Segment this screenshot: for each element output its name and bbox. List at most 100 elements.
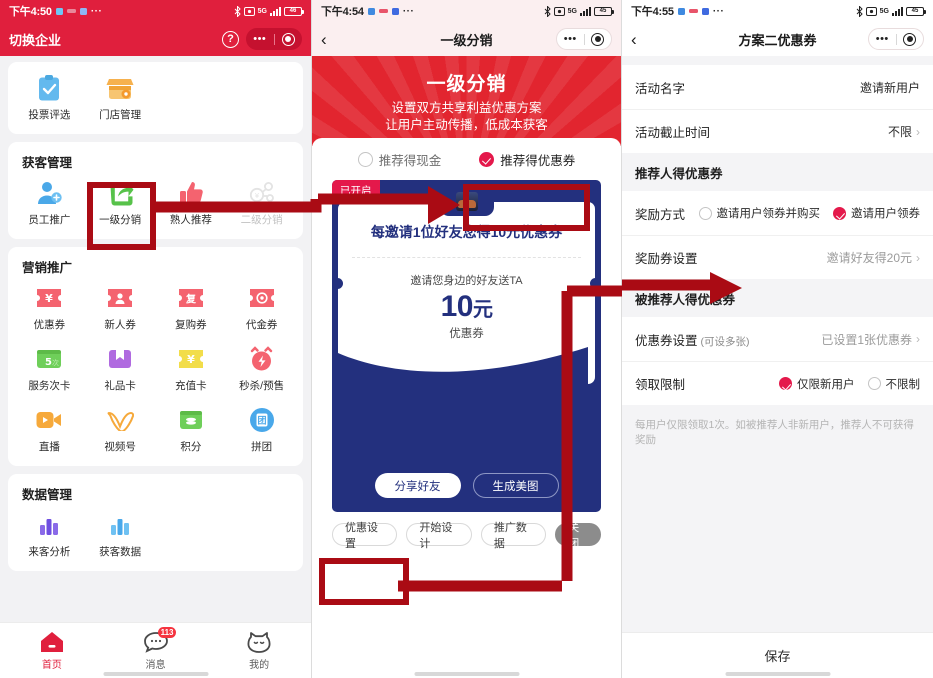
status-bar-left: 下午4:50 ··· 5G 46 — [0, 0, 311, 22]
battery-icon: 46 — [284, 6, 304, 16]
grid-item-recharge-card[interactable]: ¥ 充值卡 — [156, 345, 227, 393]
radio-selected-icon[interactable] — [833, 206, 846, 220]
radio-selected-icon[interactable] — [779, 377, 792, 390]
network-icon: ¥ — [248, 179, 276, 207]
gift-card-icon — [106, 345, 134, 373]
grid-item-flash-sale[interactable]: 秒杀/预售 — [226, 345, 297, 393]
grid-label: 熟人推荐 — [169, 214, 212, 226]
coupon-settings-button[interactable]: 优惠设置 — [332, 522, 398, 550]
row-reward-method[interactable]: 奖励方式 邀请用户领券并购买 邀请用户领券 — [622, 191, 933, 235]
mini-program-capsule[interactable]: ••• — [868, 28, 924, 50]
grid-item-vote[interactable]: 投票评选 — [14, 74, 85, 122]
hero-line-1: 设置双方共享利益优惠方案 — [391, 100, 542, 115]
status-app-icon — [677, 7, 685, 15]
grid-item-gift-card[interactable]: 礼品卡 — [85, 345, 156, 393]
limit-option-new-users-only[interactable]: 仅限新用户 — [779, 376, 855, 392]
option-label: 不限制 — [885, 378, 921, 391]
row-reward-coupon-setting[interactable]: 奖励券设置 邀请好友得20元 › — [622, 235, 933, 279]
row-value: 不限 › — [888, 123, 920, 140]
start-design-button[interactable]: 开始设计 — [406, 522, 472, 550]
row-label-text: 优惠券设置 — [635, 333, 698, 348]
grid-label: 优惠券 — [33, 319, 66, 331]
reward-option-claim-and-buy[interactable]: 邀请用户领券并购买 — [698, 205, 820, 221]
row-label: 活动截止时间 — [635, 126, 711, 140]
section-referrer-coupon: 推荐人得优惠券 — [622, 153, 933, 191]
grid-item-newcomer-coupon[interactable]: 新人券 — [85, 284, 156, 332]
status-time: 下午4:54 — [321, 6, 364, 18]
back-chevron-icon[interactable]: ‹ — [631, 31, 637, 48]
help-icon[interactable]: ? — [222, 30, 239, 48]
row-claim-limit[interactable]: 领取限制 仅限新用户 不限制 — [622, 361, 933, 405]
row-label: 优惠券设置 (可设多张) — [635, 330, 750, 349]
grid-item-level2-distribution[interactable]: ¥ 二级分销 — [226, 179, 297, 227]
panel-coupon-scheme: 下午4:55 ··· 5G 45 ‹ 方案二优惠券 ••• 活动名字 邀请新用户… — [622, 0, 933, 678]
share-friend-button[interactable]: 分享好友 — [374, 473, 461, 498]
poster-coupon-word: 优惠券 — [449, 328, 484, 340]
option-label: 推荐得现金 — [378, 153, 442, 168]
signal-icon — [892, 6, 903, 16]
grid-item-channels[interactable]: 视频号 — [85, 406, 156, 454]
limit-option-unlimited[interactable]: 不限制 — [867, 376, 921, 392]
status-app-icon — [367, 7, 375, 15]
signal-icon — [270, 6, 281, 16]
group-buy-icon: 团 — [248, 406, 276, 434]
share-arrow-icon — [106, 179, 134, 207]
reward-option-claim-only[interactable]: 邀请用户领券 — [833, 205, 920, 221]
profile-cat-icon — [246, 631, 272, 653]
radio-unselected-icon[interactable] — [357, 151, 373, 167]
battery-icon: 45 — [906, 6, 926, 16]
grid-item-coupon[interactable]: ¥ 优惠券 — [14, 284, 85, 332]
grid-item-store[interactable]: 门店管理 — [85, 74, 156, 122]
recharge-card-icon: ¥ — [177, 345, 205, 373]
target-icon[interactable] — [897, 32, 924, 46]
option-cash-reward[interactable]: 推荐得现金 — [357, 150, 442, 169]
mini-program-capsule[interactable]: ••• — [556, 28, 612, 50]
row-activity-name[interactable]: 活动名字 邀请新用户 — [622, 65, 933, 109]
network-type-label: 5G — [257, 7, 267, 15]
promotion-data-button[interactable]: 推广数据 — [480, 522, 547, 550]
poster-wrapper: 已开启 每邀请1位好友您得10元优惠券 邀请您身边的好友送TA 10元 优惠券 — [332, 180, 601, 512]
section-title: 获客管理 — [22, 156, 73, 170]
radio-unselected-icon[interactable] — [867, 377, 881, 390]
generate-image-button[interactable]: 生成美图 — [472, 473, 559, 498]
tab-profile[interactable]: 我的 — [207, 631, 311, 671]
grid-item-level1-distribution[interactable]: 一级分销 — [85, 179, 156, 227]
option-label: 推荐得优惠券 — [500, 153, 576, 168]
grid-item-visitor-analysis[interactable]: 来客分析 — [14, 511, 85, 559]
mini-program-capsule[interactable]: ••• — [246, 28, 302, 50]
grid-item-acquaintance-referral[interactable]: 熟人推荐 — [156, 179, 227, 227]
row-coupon-setting[interactable]: 优惠券设置 (可设多张) 已设置1张优惠券 › — [622, 317, 933, 361]
radio-unselected-icon[interactable] — [698, 206, 712, 220]
grid-item-live[interactable]: 直播 — [14, 406, 85, 454]
row-activity-deadline[interactable]: 活动截止时间 不限 › — [622, 109, 933, 153]
row-value-text: 邀请好友得20元 — [826, 251, 912, 265]
status-badge: 已开启 — [332, 180, 380, 201]
switch-company-button[interactable]: 切换企业 — [9, 30, 61, 49]
close-button[interactable]: 关闭 — [555, 522, 601, 550]
grid-item-voucher[interactable]: 代金券 — [226, 284, 297, 332]
tab-messages[interactable]: 113 消息 — [104, 626, 208, 671]
grid-label: 积分 — [180, 441, 202, 453]
target-icon[interactable] — [585, 32, 612, 46]
alarm-icon — [865, 6, 877, 16]
amount-unit: 元 — [472, 299, 493, 321]
grid-item-acquisition-data[interactable]: 获客数据 — [85, 511, 156, 559]
network-type-label: 5G — [567, 7, 577, 15]
tab-home[interactable]: 首页 — [0, 631, 104, 671]
grid-item-group-buy[interactable]: 团 拼团 — [226, 406, 297, 454]
home-indicator — [725, 672, 830, 676]
grid-item-repurchase-coupon[interactable]: 复 复购券 — [156, 284, 227, 332]
row-label: 活动名字 — [635, 81, 686, 96]
target-icon[interactable] — [275, 32, 303, 46]
thumbs-up-icon — [177, 179, 205, 207]
svg-text:团: 团 — [257, 416, 266, 427]
option-coupon-reward[interactable]: 推荐得优惠券 — [479, 150, 575, 169]
row-label: 奖励方式 — [635, 207, 686, 222]
back-chevron-icon[interactable]: ‹ — [321, 31, 327, 48]
status-app-icon-2 — [378, 9, 388, 13]
grid-item-points[interactable]: 积分 — [156, 406, 227, 454]
radio-selected-icon[interactable] — [479, 151, 495, 167]
grid-label: 新人券 — [104, 319, 136, 331]
grid-item-staff-promo[interactable]: 员工推广 — [14, 179, 85, 227]
grid-item-service-card[interactable]: 5 次 服务次卡 — [14, 345, 85, 393]
